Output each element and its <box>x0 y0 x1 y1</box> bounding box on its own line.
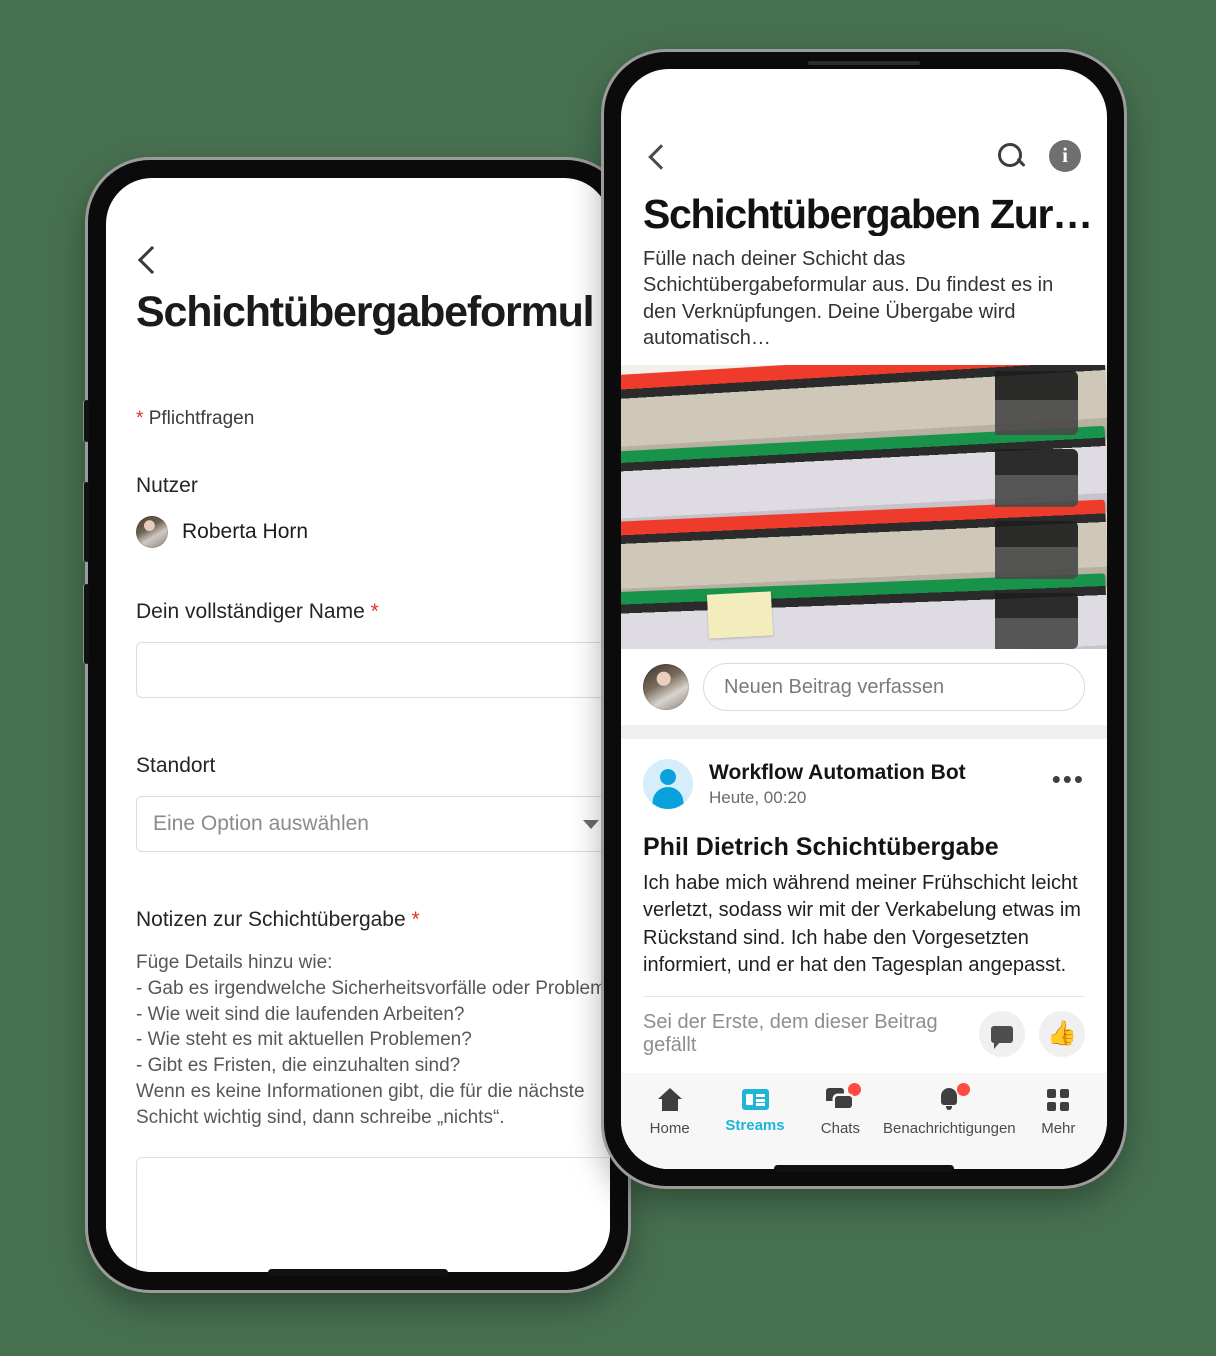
grid-icon <box>1044 1087 1072 1113</box>
fullname-field-label: Dein vollständiger Name * <box>136 600 610 624</box>
tab-streams[interactable]: Streams <box>712 1087 797 1134</box>
page-title: Schichtübergabeformul <box>136 288 595 336</box>
thumbs-up-icon: 👍 <box>1047 1020 1077 1048</box>
avatar <box>643 664 689 711</box>
chevron-left-icon <box>137 245 167 275</box>
post-composer[interactable]: Neuen Beitrag verfassen <box>621 649 1107 726</box>
form-screen: Schichtübergabeformul * Pflichtfragen Nu… <box>106 178 610 1272</box>
bot-avatar-icon <box>643 758 693 809</box>
tab-chats[interactable]: Chats <box>798 1083 883 1138</box>
post-card: Workflow Automation Bot Heute, 00:20 •••… <box>621 738 1107 1074</box>
required-asterisk: * <box>136 408 144 429</box>
tab-home[interactable]: Home <box>627 1087 712 1137</box>
notes-textarea[interactable] <box>136 1156 610 1272</box>
notes-label-text: Notizen zur Schichtübergabe <box>136 908 406 931</box>
chats-icon <box>826 1083 862 1113</box>
location-select-placeholder: Eine Option auswählen <box>153 812 369 835</box>
required-asterisk: * <box>370 600 379 623</box>
user-value-row: Roberta Horn <box>136 516 610 548</box>
new-post-input[interactable]: Neuen Beitrag verfassen <box>703 663 1085 712</box>
section-divider <box>621 725 1107 739</box>
tab-label: Home <box>649 1120 690 1138</box>
comment-button[interactable] <box>979 1011 1025 1058</box>
info-icon[interactable]: i <box>1049 139 1081 172</box>
post-body: Ich habe mich während meiner Frühschicht… <box>643 871 1081 977</box>
volume-down-button[interactable] <box>84 584 89 664</box>
tab-label: Benachrichtigungen <box>883 1120 1016 1138</box>
post-header: Workflow Automation Bot Heute, 00:20 ••• <box>643 739 1085 817</box>
comment-icon <box>991 1025 1013 1049</box>
volume-up-button[interactable] <box>84 482 89 562</box>
phone-left: Schichtübergabeformul * Pflichtfragen Nu… <box>84 160 628 1290</box>
home-icon <box>656 1087 684 1113</box>
home-indicator <box>268 1269 448 1276</box>
post-meta: Workflow Automation Bot Heute, 00:20 <box>709 760 1036 808</box>
tab-notifications[interactable]: Benachrichtigungen <box>883 1083 1016 1138</box>
post-author: Workflow Automation Bot <box>709 760 966 784</box>
notes-help-text: Füge Details hinzu wie: - Gab es irgendw… <box>136 952 610 1128</box>
search-icon[interactable] <box>995 140 1027 172</box>
post-actions: Sei der Erste, dem dieser Beitrag gefäll… <box>643 996 1085 1073</box>
chevron-down-icon <box>583 819 599 829</box>
right-screen: i Schichtübergaben Zur… Fülle nach deine… <box>621 69 1107 1169</box>
back-button[interactable] <box>136 242 170 276</box>
left-screen: Schichtübergabeformul * Pflichtfragen Nu… <box>106 178 610 1272</box>
back-button[interactable] <box>647 141 677 171</box>
tab-label: Chats <box>820 1120 860 1138</box>
notification-badge <box>848 1083 862 1097</box>
top-bar: i <box>621 69 1107 177</box>
tab-label: Streams <box>725 1117 785 1135</box>
streams-icon <box>741 1089 769 1111</box>
chevron-left-icon <box>648 144 674 170</box>
stream-title: Schichtübergaben Zur… <box>643 190 1093 236</box>
bell-icon <box>935 1083 971 1113</box>
mute-switch[interactable] <box>84 400 89 442</box>
tab-more[interactable]: Mehr <box>1016 1087 1101 1137</box>
required-note: * Pflichtfragen <box>136 408 610 430</box>
tab-label: Mehr <box>1041 1120 1076 1138</box>
location-field-label: Standort <box>136 754 216 777</box>
required-asterisk: * <box>411 908 420 931</box>
form-body: * Pflichtfragen Nutzer Roberta Horn Dein… <box>136 408 610 1272</box>
notes-field-label: Notizen zur Schichtübergabe * <box>136 908 610 932</box>
first-like-prompt: Sei der Erste, dem dieser Beitrag gefäll… <box>643 1011 938 1057</box>
like-button[interactable]: 👍 <box>1039 1011 1085 1058</box>
notification-badge <box>957 1083 971 1097</box>
post-title: Phil Dietrich Schichtübergabe <box>643 832 999 861</box>
phone-right: i Schichtübergaben Zur… Fülle nach deine… <box>604 52 1124 1186</box>
more-options-icon[interactable]: ••• <box>1052 766 1085 802</box>
user-field-label: Nutzer <box>136 474 198 497</box>
speaker-grille <box>808 61 920 65</box>
user-name: Roberta Horn <box>182 520 309 543</box>
bottom-tab-bar: Home Streams Chats Benachrichtigungen Me… <box>621 1073 1107 1169</box>
fullname-label-text: Dein vollständiger Name <box>136 600 365 623</box>
stream-hero-image <box>621 365 1107 650</box>
post-timestamp: Heute, 00:20 <box>709 787 807 807</box>
location-select[interactable]: Eine Option auswählen <box>136 796 610 852</box>
stream-description: Fülle nach deiner Schicht das Schichtübe… <box>643 247 1054 349</box>
avatar <box>136 516 168 548</box>
home-indicator <box>774 1165 954 1172</box>
fullname-input[interactable] <box>136 642 610 698</box>
required-note-label: Pflichtfragen <box>148 408 255 429</box>
